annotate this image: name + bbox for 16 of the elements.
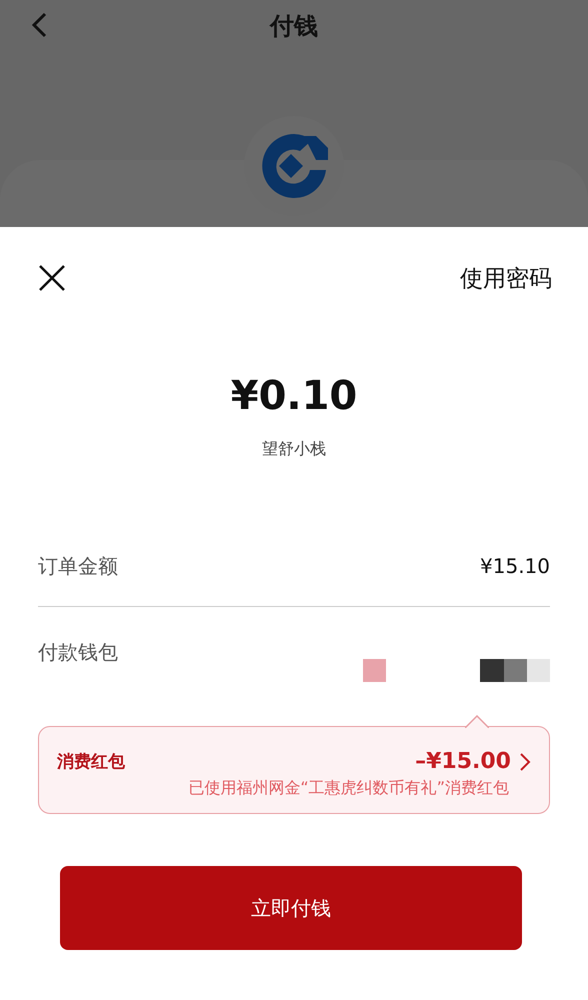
payment-amount: ¥0.10 [230, 373, 358, 419]
use-password-link[interactable]: 使用密码 [460, 262, 552, 294]
row-label: 订单金额 [38, 552, 118, 580]
callout-pointer [465, 715, 489, 728]
page-title: 付钱 [270, 12, 318, 40]
chevron-right-icon [519, 752, 531, 772]
row-label: 付款钱包 [38, 639, 118, 666]
row-value: ¥15.10 [480, 554, 550, 578]
back-icon[interactable] [30, 11, 48, 39]
merchant-name: 望舒小栈 [262, 439, 326, 460]
coupon-note: 已使用福州网金“工惠虎纠数币有礼”消费红包 [188, 778, 509, 799]
coupon-label: 消费红包 [57, 751, 125, 773]
close-icon[interactable] [38, 264, 66, 292]
bank-logo-icon [260, 132, 328, 200]
pay-now-button[interactable]: 立即付钱 [60, 866, 522, 950]
discount-amount: –¥15.00 [415, 749, 511, 774]
